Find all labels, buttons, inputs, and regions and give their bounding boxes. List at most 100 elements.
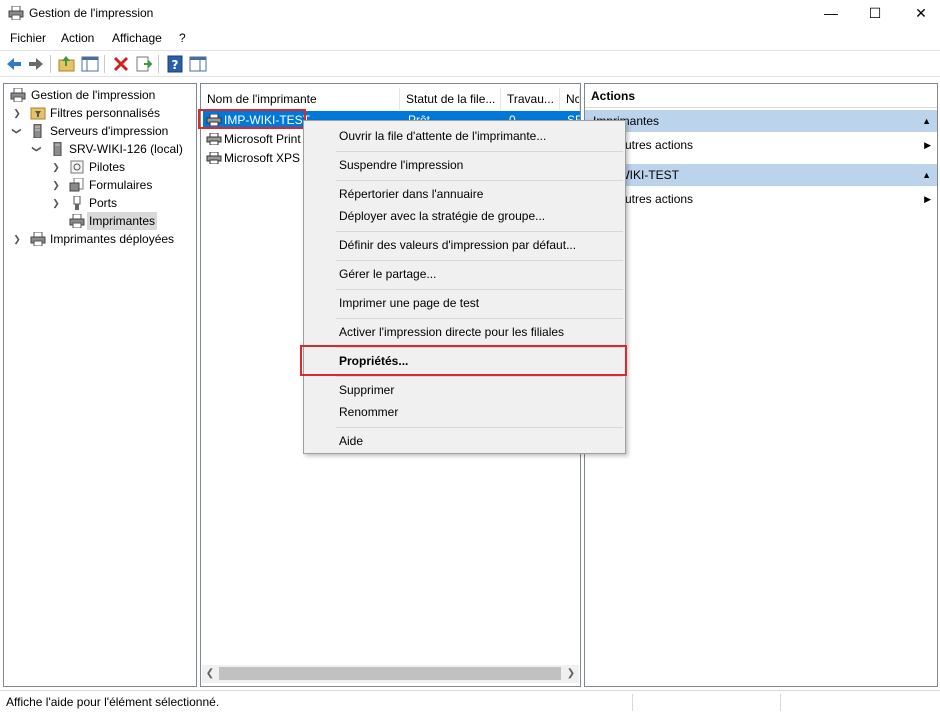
menu-action[interactable]: Action — [61, 31, 94, 45]
ctx-separator — [336, 231, 623, 232]
more-actions-item[interactable]: Autres actions ▶ — [585, 134, 937, 156]
scroll-right-icon[interactable]: ❯ — [563, 665, 579, 683]
printer-icon — [206, 152, 222, 164]
ctx-separator — [336, 427, 623, 428]
tree-item-server[interactable]: ❯ SRV-WIKI-126 (local) — [6, 140, 194, 158]
show-hide-action-pane-icon[interactable] — [188, 54, 208, 74]
chevron-right-icon[interactable]: ❯ — [12, 104, 22, 122]
column-header-server[interactable]: Nc — [560, 88, 580, 110]
ctx-open-queue[interactable]: Ouvrir la file d'attente de l'imprimante… — [306, 125, 623, 147]
column-header-name[interactable]: Nom de l'imprimante — [201, 88, 400, 110]
navigation-tree: Gestion de l'impression ❯ Filtres person… — [3, 83, 197, 687]
forms-icon — [69, 178, 84, 192]
filter-folder-icon — [30, 107, 46, 120]
tree-item-ports[interactable]: ❯ Ports — [6, 194, 194, 212]
ctx-separator — [336, 318, 623, 319]
collapse-up-icon[interactable]: ▲ — [922, 164, 931, 186]
export-list-icon[interactable] — [134, 54, 154, 74]
horizontal-scrollbar[interactable]: ❮ ❯ — [202, 665, 579, 683]
tree-label: Imprimantes déployées — [50, 232, 175, 246]
more-actions-item[interactable]: Autres actions ▶ — [585, 188, 937, 210]
status-divider — [780, 694, 781, 711]
ctx-separator — [336, 151, 623, 152]
menu-fichier[interactable]: Fichier — [10, 31, 46, 45]
toolbar-separator — [158, 55, 159, 73]
window-title: Gestion de l'impression — [29, 6, 154, 20]
scrollbar-thumb[interactable] — [219, 667, 561, 680]
printer-app-icon — [10, 88, 26, 102]
help-icon[interactable]: ? — [165, 54, 185, 74]
context-menu: Ouvrir la file d'attente de l'imprimante… — [303, 120, 626, 454]
actions-section-printers[interactable]: Imprimantes ▲ — [585, 110, 937, 132]
submenu-arrow-icon: ▶ — [924, 140, 931, 150]
ctx-print-test-page[interactable]: Imprimer une page de test — [306, 292, 623, 314]
tree-item-deployed-printers[interactable]: ❯ Imprimantes déployées — [6, 230, 194, 248]
show-hide-tree-icon[interactable] — [80, 54, 100, 74]
actions-header: Actions — [585, 84, 937, 108]
delete-icon[interactable] — [111, 54, 131, 74]
ctx-pause[interactable]: Suspendre l'impression — [306, 154, 623, 176]
chevron-down-icon[interactable]: ❯ — [28, 144, 46, 154]
tree-item-root[interactable]: Gestion de l'impression — [6, 86, 194, 104]
column-header-status[interactable]: Statut de la file... — [400, 88, 501, 110]
tree-label: Ports — [89, 196, 118, 210]
tree-label: Gestion de l'impression — [31, 88, 156, 102]
actions-pane: Actions Imprimantes ▲ Autres actions ▶ I… — [584, 83, 938, 687]
tree-label: SRV-WIKI-126 (local) — [69, 142, 183, 156]
highlight-box — [300, 345, 627, 376]
svg-text:?: ? — [172, 58, 179, 72]
chevron-right-icon[interactable]: ❯ — [51, 176, 61, 194]
chevron-right-icon[interactable]: ❯ — [51, 194, 61, 212]
toolbar-separator — [50, 55, 51, 73]
ctx-deploy-gpo[interactable]: Déployer avec la stratégie de groupe... — [306, 205, 623, 227]
actions-section-printer[interactable]: IMP-WIKI-TEST ▲ — [585, 164, 937, 186]
ctx-rename[interactable]: Renommer — [306, 401, 623, 423]
forward-arrow-icon[interactable] — [26, 54, 46, 74]
up-folder-icon[interactable] — [57, 54, 77, 74]
ctx-separator — [336, 260, 623, 261]
collapse-up-icon[interactable]: ▲ — [922, 110, 931, 132]
ctx-delete[interactable]: Supprimer — [306, 379, 623, 401]
highlight-box — [198, 109, 306, 129]
ctx-list-directory[interactable]: Répertorier dans l'annuaire — [306, 183, 623, 205]
status-bar: Affiche l'aide pour l'élément sélectionn… — [0, 690, 940, 713]
printer-icon — [206, 133, 222, 145]
submenu-arrow-icon: ▶ — [924, 194, 931, 204]
tree-item-print-servers[interactable]: ❯ Serveurs d'impression — [6, 122, 194, 140]
tree-label: Serveurs d'impression — [50, 124, 169, 138]
tree-item-printers[interactable]: Imprimantes — [6, 212, 194, 230]
printer-icon — [69, 214, 85, 228]
back-arrow-icon[interactable] — [4, 54, 24, 74]
ctx-separator — [336, 180, 623, 181]
menu-affichage[interactable]: Affichage — [112, 31, 162, 45]
tree-label: Imprimantes — [87, 212, 158, 230]
column-header-jobs[interactable]: Travau... — [501, 88, 560, 110]
ctx-set-defaults[interactable]: Définir des valeurs d'impression par déf… — [306, 234, 623, 256]
menu-help[interactable]: ? — [179, 31, 186, 45]
tree-label: Formulaires — [89, 178, 153, 192]
ctx-help[interactable]: Aide — [306, 430, 623, 452]
tree-item-forms[interactable]: ❯ Formulaires — [6, 176, 194, 194]
printer-icon — [30, 232, 46, 246]
tree-item-drivers[interactable]: ❯ Pilotes — [6, 158, 194, 176]
chevron-right-icon[interactable]: ❯ — [12, 230, 22, 248]
server-icon — [53, 142, 62, 156]
toolbar: ? — [0, 50, 940, 77]
ctx-manage-sharing[interactable]: Gérer le partage... — [306, 263, 623, 285]
status-divider — [632, 694, 633, 711]
maximize-button[interactable]: ☐ — [852, 0, 898, 26]
tree-item-custom-filters[interactable]: ❯ Filtres personnalisés — [6, 104, 194, 122]
ctx-branch-office[interactable]: Activer l'impression directe pour les fi… — [306, 321, 623, 343]
close-button[interactable]: ✕ — [898, 0, 940, 26]
tree-label: Filtres personnalisés — [50, 106, 161, 120]
minimize-button[interactable]: — — [808, 0, 854, 26]
drivers-icon — [70, 160, 84, 174]
ports-icon — [73, 196, 81, 210]
action-label: Autres actions — [617, 192, 694, 206]
chevron-down-icon[interactable]: ❯ — [8, 126, 26, 136]
status-text: Affiche l'aide pour l'élément sélectionn… — [6, 695, 220, 709]
tree-label: Pilotes — [89, 160, 126, 174]
action-label: Autres actions — [617, 138, 694, 152]
scroll-left-icon[interactable]: ❮ — [202, 665, 218, 683]
chevron-right-icon[interactable]: ❯ — [51, 158, 61, 176]
